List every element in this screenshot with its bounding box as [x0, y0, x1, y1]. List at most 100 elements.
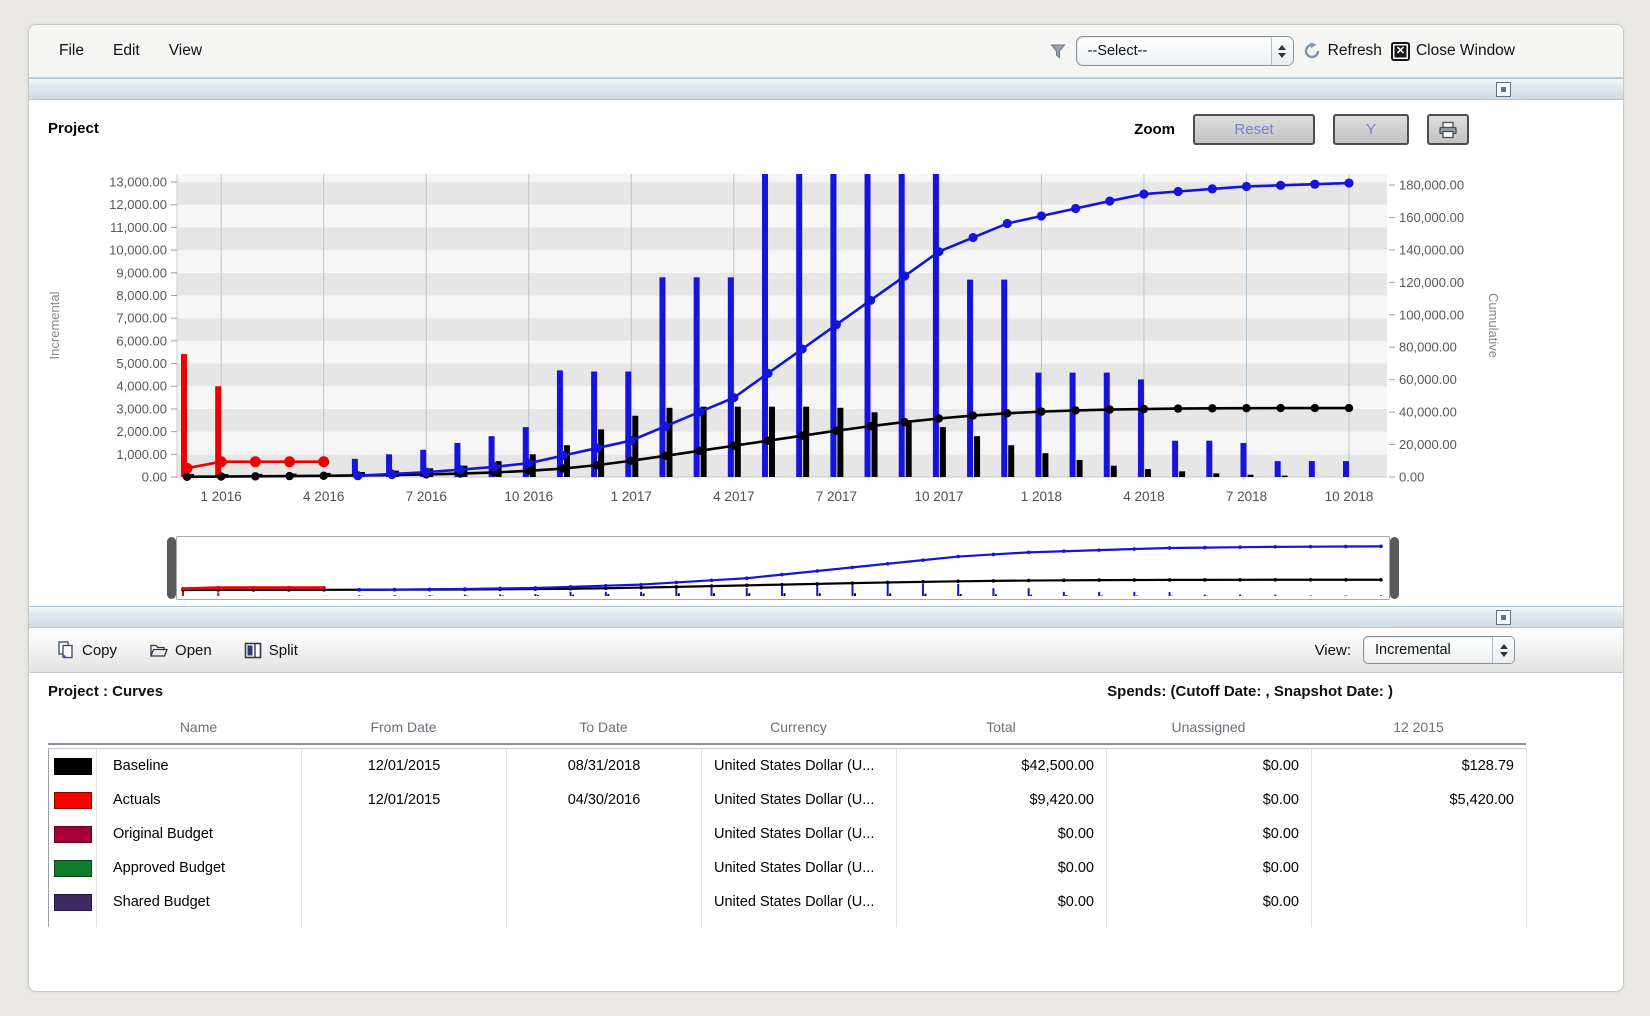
svg-text:4 2017: 4 2017 — [713, 489, 754, 504]
svg-text:Cumulative: Cumulative — [1486, 293, 1501, 358]
maximize-table-icon[interactable] — [1496, 610, 1511, 625]
svg-text:3,000.00: 3,000.00 — [116, 401, 167, 416]
close-window-button[interactable]: ✕ Close Window — [1391, 42, 1515, 61]
curve-color-swatch — [49, 885, 97, 919]
menu-file[interactable]: File — [59, 42, 84, 60]
curve-color-swatch — [49, 783, 97, 817]
view-select[interactable]: Incremental — [1363, 636, 1515, 664]
svg-text:4 2016: 4 2016 — [303, 489, 344, 504]
cell-to-date — [507, 817, 702, 851]
printer-icon — [1438, 121, 1458, 139]
cell-unassigned: $0.00 — [1107, 851, 1312, 885]
copy-icon — [57, 641, 75, 659]
menu-view[interactable]: View — [169, 42, 202, 60]
svg-text:Incremental: Incremental — [47, 291, 62, 359]
cell-to-date: 04/30/2016 — [507, 783, 702, 817]
panel-splitter-bottom — [29, 606, 1623, 628]
menu-edit[interactable]: Edit — [113, 42, 140, 60]
spends-info: Spends: (Cutoff Date: , Snapshot Date: ) — [1107, 683, 1393, 700]
table-toolbar: Copy Open Split View: Incremental — [29, 628, 1623, 673]
svg-text:2,000.00: 2,000.00 — [116, 424, 167, 439]
svg-text:160,000.00: 160,000.00 — [1399, 210, 1464, 225]
view-select-spinner-icon — [1492, 637, 1514, 663]
svg-text:0.00: 0.00 — [142, 470, 167, 485]
open-button[interactable]: Open — [137, 641, 224, 659]
column-header-swatch — [48, 735, 96, 743]
menu-bar: File Edit View --Select-- Refresh ✕ Clos… — [29, 25, 1623, 78]
cell-period — [1312, 885, 1527, 919]
cell-total — [897, 919, 1107, 927]
range-handle-left[interactable] — [167, 537, 176, 599]
refresh-icon — [1303, 42, 1322, 60]
range-overview[interactable] — [176, 536, 1390, 600]
curve-color-swatch — [49, 817, 97, 851]
chart-range-slider — [167, 536, 1399, 600]
cell-period — [1312, 817, 1527, 851]
cell-period — [1312, 919, 1527, 927]
svg-text:10 2018: 10 2018 — [1325, 489, 1374, 504]
svg-text:4 2018: 4 2018 — [1123, 489, 1164, 504]
svg-text:7 2016: 7 2016 — [406, 489, 447, 504]
close-window-label: Close Window — [1416, 42, 1515, 60]
zoom-y-button[interactable]: Y — [1333, 114, 1409, 145]
cell-from-date: 12/01/2015 — [302, 749, 507, 783]
curves-title: Project : Curves — [48, 683, 163, 700]
svg-text:20,000.00: 20,000.00 — [1399, 437, 1457, 452]
column-header-to: To Date — [506, 719, 701, 743]
table-row[interactable]: Baseline12/01/201508/31/2018United State… — [49, 749, 1527, 783]
cell-to-date — [507, 885, 702, 919]
svg-text:1 2016: 1 2016 — [201, 489, 242, 504]
table-row[interactable]: Approved Budget United States Dollar (U..… — [49, 851, 1527, 885]
view-label: View: — [1315, 642, 1351, 659]
svg-text:5,000.00: 5,000.00 — [116, 356, 167, 371]
cell-name: Original Budget — [97, 817, 302, 851]
swatch-color — [54, 758, 92, 775]
cell-name: Baseline — [97, 749, 302, 783]
filter-select-value: --Select-- — [1077, 37, 1271, 65]
curve-color-swatch — [49, 749, 97, 783]
close-icon: ✕ — [1391, 42, 1410, 61]
column-header-from: From Date — [301, 719, 506, 743]
svg-text:13,000.00: 13,000.00 — [109, 175, 167, 190]
svg-text:100,000.00: 100,000.00 — [1399, 307, 1464, 322]
maximize-panel-icon[interactable] — [1496, 82, 1511, 97]
range-handle-right[interactable] — [1390, 537, 1399, 599]
swatch-color — [54, 894, 92, 911]
svg-text:1,000.00: 1,000.00 — [116, 447, 167, 462]
copy-button[interactable]: Copy — [45, 641, 129, 659]
split-button[interactable]: Split — [232, 641, 310, 659]
column-header-period: 12 2015 — [1311, 719, 1526, 743]
print-button[interactable] — [1427, 114, 1469, 145]
cell-currency: United States Dollar (U... — [702, 851, 897, 885]
table-row[interactable] — [49, 919, 1527, 927]
filter-select[interactable]: --Select-- — [1076, 36, 1294, 66]
refresh-label: Refresh — [1328, 42, 1382, 60]
split-label: Split — [269, 642, 298, 659]
svg-text:8,000.00: 8,000.00 — [116, 288, 167, 303]
zoom-reset-button[interactable]: Reset — [1193, 114, 1315, 145]
svg-text:12,000.00: 12,000.00 — [109, 197, 167, 212]
cell-name — [97, 919, 302, 927]
table-row[interactable]: Shared BudgetUnited States Dollar (U...$… — [49, 885, 1527, 919]
cell-unassigned: $0.00 — [1107, 783, 1312, 817]
open-label: Open — [175, 642, 212, 659]
table-row[interactable]: Original BudgetUnited States Dollar (U..… — [49, 817, 1527, 851]
table-row[interactable]: Actuals12/01/201504/30/2016United States… — [49, 783, 1527, 817]
table-body: Baseline12/01/201508/31/2018United State… — [48, 749, 1527, 927]
refresh-button[interactable]: Refresh — [1303, 42, 1382, 60]
cell-unassigned: $0.00 — [1107, 885, 1312, 919]
svg-text:7 2018: 7 2018 — [1226, 489, 1267, 504]
cell-from-date — [302, 851, 507, 885]
swatch-color — [54, 826, 92, 843]
svg-text:6,000.00: 6,000.00 — [116, 333, 167, 348]
open-folder-icon — [149, 642, 168, 659]
cell-from-date: 12/01/2015 — [302, 783, 507, 817]
cell-currency — [702, 919, 897, 927]
cell-currency: United States Dollar (U... — [702, 783, 897, 817]
incremental-cumulative-chart[interactable]: 1 20164 20167 201610 20161 20174 20177 2… — [39, 164, 1509, 516]
svg-text:7,000.00: 7,000.00 — [116, 311, 167, 326]
cell-name: Approved Budget — [97, 851, 302, 885]
column-header-currency: Currency — [701, 719, 896, 743]
cell-unassigned: $0.00 — [1107, 817, 1312, 851]
swatch-color — [54, 792, 92, 809]
